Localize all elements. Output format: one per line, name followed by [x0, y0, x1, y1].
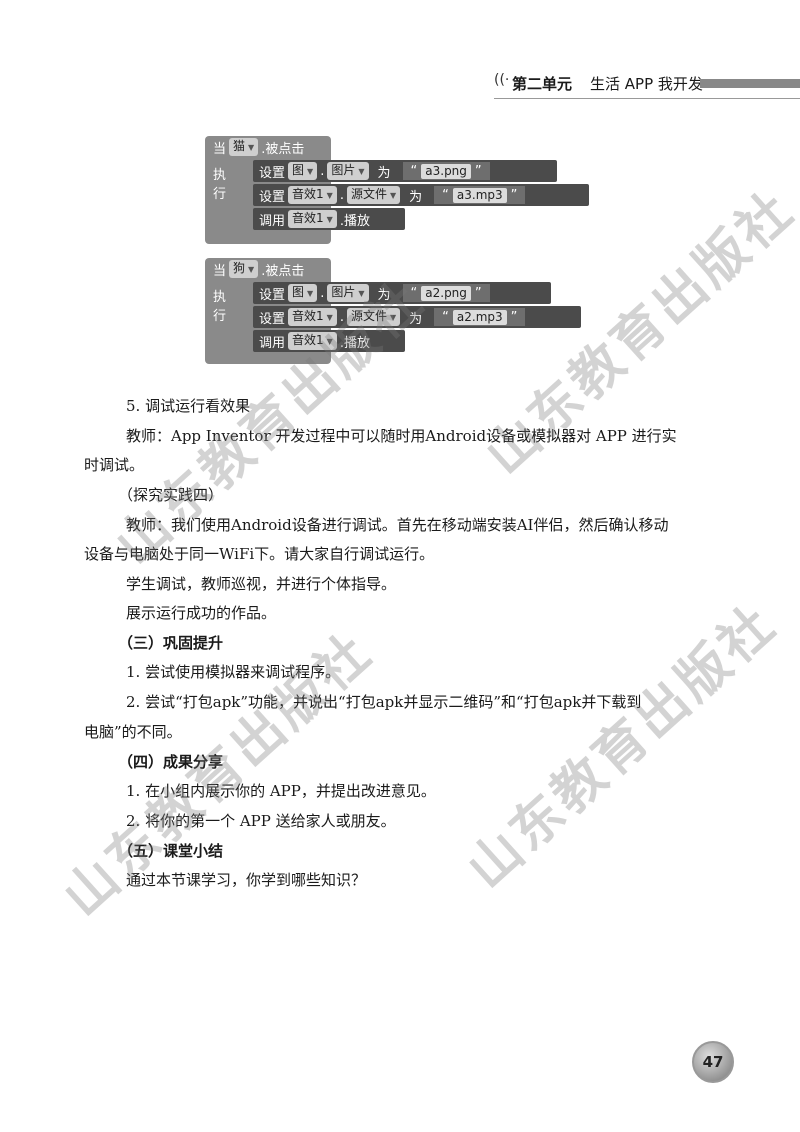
event-header: 当 狗 ▼ .被点击 [213, 260, 305, 279]
paragraph-line: 电脑”的不同。 [84, 723, 182, 741]
set-image-statement: 设置 图 ▼. 图片 ▼ 为 “a3.png” [253, 160, 557, 182]
running-header: ((· 第二单元 生活 APP 我开发 [494, 72, 800, 96]
call-play-statement: 调用 音效1 ▼ .播放 [253, 208, 405, 230]
section-heading: （三）巩固提升 [118, 634, 224, 652]
text-literal: “a3.png” [402, 162, 490, 180]
exec-label: 执行 [213, 290, 227, 324]
text-literal: “a2.mp3” [434, 308, 526, 326]
header-rule [494, 98, 800, 99]
paragraph-line: 通过本节课学习，你学到哪些知识？ [126, 871, 367, 889]
exec-label: 执行 [213, 168, 227, 202]
watermark: 山东教育出版社 [456, 592, 789, 901]
paragraph-line: 时调试。 [84, 456, 145, 474]
signal-icon: ((· [494, 72, 510, 88]
chapter-title: 生活 APP 我开发 [590, 75, 703, 93]
text-literal: “a3.mp3” [434, 186, 526, 204]
paragraph-line: 学生调试，教师巡视，并进行个体指导。 [126, 575, 397, 593]
header-bar [700, 79, 800, 88]
set-source-statement: 设置 音效1 ▼. 源文件 ▼ 为 “a3.mp3” [253, 184, 589, 206]
unit-label: 第二单元 [512, 75, 573, 93]
paragraph-line: 展示运行成功的作品。 [126, 604, 277, 622]
component-dropdown: 狗 ▼ [229, 260, 259, 278]
event-header: 当 猫 ▼ .被点击 [213, 138, 305, 157]
paragraph-line: 2. 尝试“打包apk”功能，并说出“打包apk并显示二维码”和“打包apk并下… [126, 693, 642, 711]
page-number-badge: 47 [692, 1041, 734, 1083]
component-dropdown: 猫 ▼ [229, 138, 259, 156]
